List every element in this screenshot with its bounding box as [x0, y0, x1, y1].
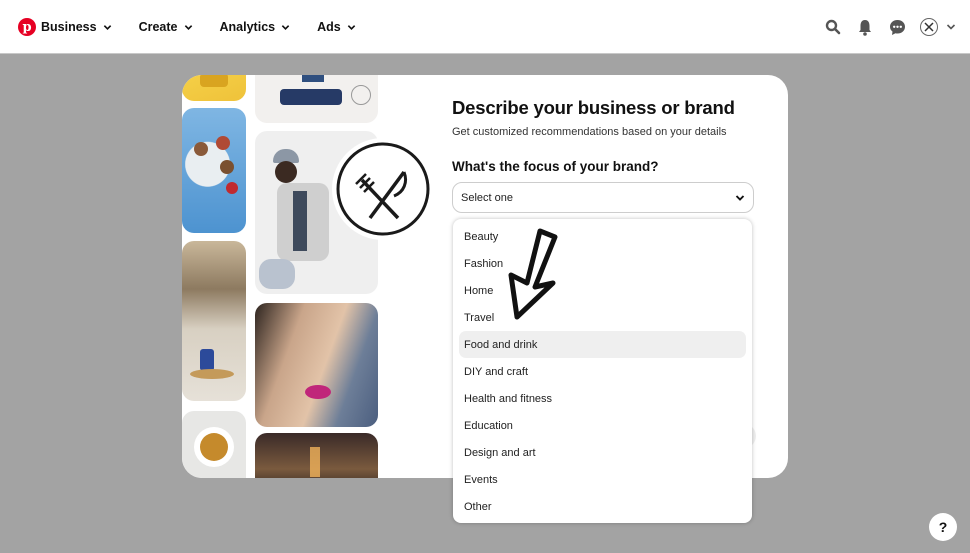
nav-left: p Business Create Analytics Ads	[18, 0, 383, 54]
option-events[interactable]: Events	[459, 466, 746, 493]
collage-image-city-street	[255, 433, 378, 478]
option-beauty[interactable]: Beauty	[459, 223, 746, 250]
fork-knife-logo-icon	[336, 142, 430, 236]
collage-image-food-platter	[182, 108, 246, 233]
pinterest-logo-icon[interactable]: p	[18, 18, 36, 36]
collage-image-dinosaur-toy	[182, 75, 246, 101]
brand-focus-select[interactable]: Select one	[452, 182, 754, 213]
account-menu-chevron-icon[interactable]	[946, 22, 956, 32]
option-diy-and-craft[interactable]: DIY and craft	[459, 358, 746, 385]
option-other[interactable]: Other	[459, 493, 746, 520]
notifications-button[interactable]	[856, 18, 874, 36]
top-nav-bar: p Business Create Analytics Ads	[0, 0, 970, 54]
account-avatar[interactable]	[920, 18, 938, 36]
option-design-and-art[interactable]: Design and art	[459, 439, 746, 466]
fork-knife-icon	[924, 22, 934, 32]
collage-image-bunk-bed	[182, 241, 246, 401]
nav-right	[810, 0, 956, 54]
nav-ads-label: Ads	[317, 20, 341, 34]
messages-button[interactable]	[888, 18, 906, 36]
collage-image-woman-portrait	[255, 303, 378, 427]
nav-business-menu[interactable]: Business	[41, 20, 112, 34]
option-health-and-fitness[interactable]: Health and fitness	[459, 385, 746, 412]
chevron-down-icon	[735, 194, 745, 201]
modal-title: Describe your business or brand	[452, 97, 735, 118]
chevron-down-icon	[103, 24, 111, 30]
nav-create-label: Create	[138, 20, 178, 34]
chevron-down-icon	[347, 24, 355, 30]
chevron-down-icon	[184, 24, 192, 30]
select-value: Select one	[461, 191, 513, 204]
collage-image-food-bowl	[182, 411, 246, 478]
chat-bubble-icon	[889, 19, 905, 35]
help-button[interactable]: ?	[929, 513, 957, 541]
option-travel[interactable]: Travel	[459, 304, 746, 331]
option-home[interactable]: Home	[459, 277, 746, 304]
brand-focus-question: What's the focus of your brand?	[452, 159, 659, 174]
nav-ads-menu[interactable]: Ads	[317, 20, 356, 34]
search-icon	[825, 19, 841, 35]
nav-analytics-menu[interactable]: Analytics	[220, 20, 291, 34]
brand-profile-badge	[332, 138, 434, 240]
image-collage	[182, 75, 434, 478]
option-food-and-drink[interactable]: Food and drink	[459, 331, 746, 358]
search-button[interactable]	[824, 18, 842, 36]
collage-image-living-room	[255, 75, 378, 123]
nav-business-label: Business	[41, 20, 97, 34]
brand-focus-dropdown: Beauty Fashion Home Travel Food and drin…	[453, 219, 752, 523]
option-fashion[interactable]: Fashion	[459, 250, 746, 277]
bell-icon	[859, 19, 871, 36]
option-education[interactable]: Education	[459, 412, 746, 439]
chevron-down-icon	[281, 24, 290, 30]
modal-subtitle: Get customized recommendations based on …	[452, 126, 727, 138]
nav-create-menu[interactable]: Create	[139, 20, 193, 34]
nav-analytics-label: Analytics	[219, 20, 276, 34]
modal-content: Describe your business or brand Get cust…	[452, 97, 762, 213]
